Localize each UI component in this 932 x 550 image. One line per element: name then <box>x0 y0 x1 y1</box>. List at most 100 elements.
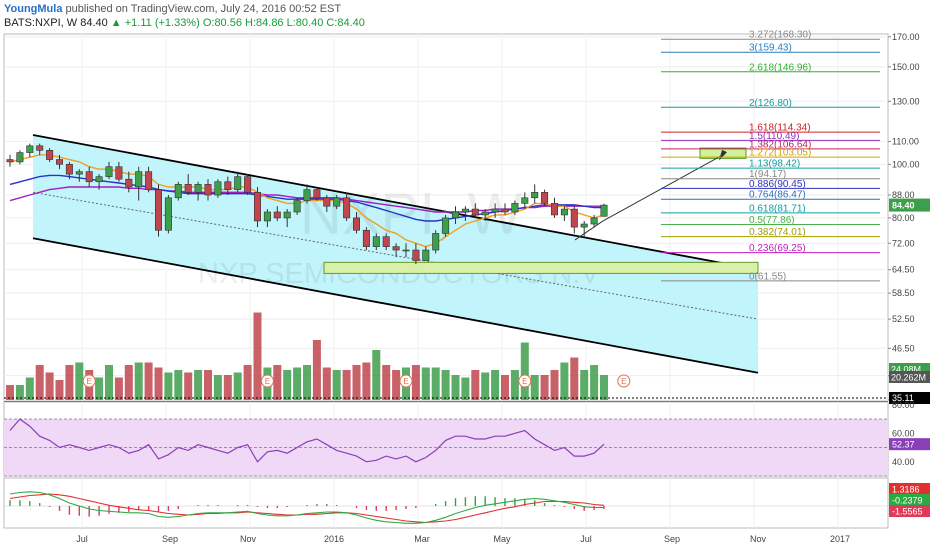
time-axis-label: Jul <box>76 534 88 544</box>
candle-body <box>442 217 450 234</box>
candle-body <box>481 211 489 216</box>
candle-body <box>471 208 479 216</box>
candle-body <box>541 192 549 204</box>
candle-body <box>164 197 172 231</box>
candle-body <box>234 176 242 190</box>
volume-bar <box>461 377 470 400</box>
volume-bar <box>580 370 589 400</box>
time-axis-label: Sep <box>664 534 680 544</box>
volume-bar <box>233 372 242 400</box>
candle-body <box>273 211 281 219</box>
volume-bar <box>530 375 539 400</box>
volume-bar <box>144 362 153 400</box>
volume-bar <box>293 367 302 400</box>
volume-bar <box>421 367 430 400</box>
candle-body <box>362 229 370 247</box>
candle-body <box>511 203 519 213</box>
candle-body <box>313 189 321 199</box>
price-axis-label: 110.00 <box>892 136 919 146</box>
volume-bar <box>362 362 371 400</box>
time-axis-label: Mar <box>414 534 430 544</box>
candle-body <box>303 189 311 201</box>
rsi-axis-label: 40.00 <box>892 457 915 467</box>
macd-tag-line: -0.2379 <box>892 496 923 506</box>
price-chart[interactable]: NXPI, WNXP SEMICONDUCTORS N.V3.272(168.3… <box>0 0 932 550</box>
candle-body <box>392 246 400 251</box>
candle-body <box>204 184 212 196</box>
candle-body <box>26 145 34 153</box>
candle-body <box>174 184 182 199</box>
trend-arrow-base <box>574 220 604 241</box>
fib-level-label: 0(61.55) <box>749 271 786 282</box>
volume-bar <box>253 312 262 400</box>
last-price-tag-label: 84.40 <box>892 201 915 211</box>
candle-body <box>560 208 568 216</box>
volume-bar <box>431 367 440 400</box>
candle-body <box>105 166 113 177</box>
candle-body <box>65 164 73 175</box>
candle-body <box>46 150 54 160</box>
candle-body <box>451 211 459 219</box>
volume-bar <box>520 342 529 400</box>
candle-body <box>501 208 509 213</box>
volume-bar <box>382 365 391 400</box>
channel-fill <box>33 134 758 373</box>
time-axis-label: Nov <box>240 534 257 544</box>
candle-body <box>135 171 143 188</box>
volume-bar <box>25 377 34 400</box>
time-axis-label: 2016 <box>324 534 344 544</box>
price-axis-label: 88.00 <box>892 190 915 200</box>
volume-bar <box>174 370 183 400</box>
volume-bar <box>342 370 351 400</box>
price-axis-label: 46.50 <box>892 343 915 353</box>
macd-tag-histogram: -1.5565 <box>892 507 923 517</box>
volume-bar <box>154 367 163 400</box>
watermark-ticker: NXPI, W <box>300 181 523 246</box>
volume-bar <box>372 350 381 400</box>
candle-body <box>36 145 44 151</box>
fib-level-label: 3.272(168.30) <box>749 30 811 41</box>
volume-bar <box>550 370 559 400</box>
candle-body <box>372 236 380 247</box>
candle-body <box>491 208 499 213</box>
fib-level-label: 2.618(146.96) <box>749 62 811 73</box>
volume-bar <box>213 375 222 400</box>
candle-body <box>224 181 232 190</box>
earnings-label: E <box>621 377 626 386</box>
fib-level-label: 2(126.80) <box>749 98 792 109</box>
volume-bar <box>570 357 579 400</box>
time-axis-label: Sep <box>162 534 178 544</box>
candle-body <box>85 171 93 183</box>
macd-tag-signal: 1.3186 <box>892 485 920 495</box>
price-axis-label: 130.00 <box>892 96 920 106</box>
candle-body <box>580 223 588 228</box>
candle-body <box>412 249 420 261</box>
earnings-label: E <box>87 377 92 386</box>
candle-body <box>115 166 123 180</box>
volume-bar <box>600 375 608 400</box>
volume-bar <box>35 365 44 400</box>
fib-level-label: 0.764(86.47) <box>749 190 806 201</box>
price-axis-label: 100.00 <box>892 159 920 169</box>
fib-level-label: 3(159.43) <box>749 43 792 54</box>
price-axis-label: 72.00 <box>892 238 915 248</box>
candle-body <box>461 208 469 213</box>
volume-bar <box>312 340 321 400</box>
volume-bar <box>75 362 84 400</box>
volume-bar <box>392 370 401 400</box>
earnings-label: E <box>522 377 527 386</box>
volume-bar <box>471 370 480 400</box>
volume-bar <box>441 370 450 400</box>
price-axis-label: 52.50 <box>892 314 915 324</box>
volume-bar <box>134 362 143 400</box>
candle-body <box>125 178 133 188</box>
candle-body <box>75 171 83 175</box>
volume-bar <box>114 377 123 400</box>
volume-bar <box>332 370 341 400</box>
candle-body <box>531 192 539 199</box>
price-axis-label: 80.00 <box>892 213 915 223</box>
earnings-label: E <box>403 377 408 386</box>
candle-body <box>323 197 331 207</box>
candle-body <box>333 197 341 207</box>
volume-bar <box>283 370 292 400</box>
